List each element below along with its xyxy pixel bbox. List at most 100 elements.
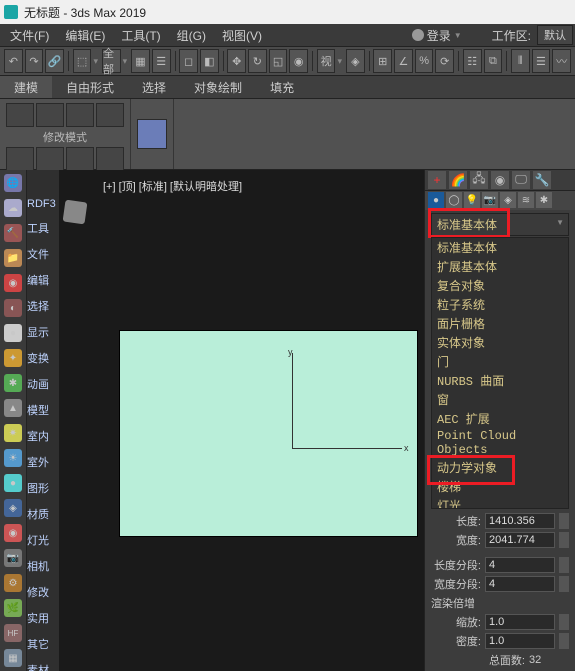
ls-outdoor-icon[interactable]: ☀ — [4, 449, 22, 467]
utility-tab-icon[interactable]: 🔧 — [533, 171, 551, 189]
select-icon[interactable]: ⬚ — [73, 49, 92, 73]
list-item[interactable]: NURBS 曲面 — [432, 371, 568, 390]
pivot-icon[interactable]: ◈ — [346, 49, 365, 73]
ll-anim[interactable]: 动画 — [27, 376, 59, 392]
dens-input[interactable]: 1.0 — [485, 633, 555, 649]
ls-select-icon[interactable]: ◐ — [4, 299, 22, 317]
spinner-snap-icon[interactable]: ⟳ — [435, 49, 454, 73]
link-icon[interactable]: 🔗 — [45, 49, 64, 73]
wid-input[interactable]: 2041.774 — [485, 532, 555, 548]
ls-edit-icon[interactable]: ◉ — [4, 274, 22, 292]
ll-cam[interactable]: 相机 — [27, 558, 59, 574]
ls-xform-icon[interactable]: ✦ — [4, 349, 22, 367]
dropdown-arrow-icon[interactable]: ▾ — [93, 56, 98, 67]
ls-assets-icon[interactable]: ▦ — [4, 649, 22, 667]
display-tab-icon[interactable]: 🖵 — [512, 171, 530, 189]
mod3-icon[interactable] — [66, 147, 94, 171]
list-item[interactable]: 复合对象 — [432, 276, 568, 295]
select-all-icon[interactable]: 全部 — [102, 49, 121, 73]
ls-light-icon[interactable]: ◉ — [4, 524, 22, 542]
poly-mode3-icon[interactable] — [66, 103, 94, 127]
mod2-icon[interactable] — [36, 147, 64, 171]
ls-mat-icon[interactable]: ◈ — [4, 499, 22, 517]
list-item[interactable]: 门 — [432, 352, 568, 371]
ll-model[interactable]: 模型 — [27, 402, 59, 418]
tab-freeform[interactable]: 自由形式 — [52, 76, 128, 98]
spinner-icon[interactable] — [559, 614, 569, 630]
redo-icon[interactable]: ↷ — [25, 49, 44, 73]
ls-hammer-icon[interactable]: 🔨 — [4, 224, 22, 242]
tab-modeling[interactable]: 建模 — [0, 76, 52, 98]
ls-cloud-icon[interactable]: ☁ — [4, 199, 22, 217]
named-sel-icon[interactable]: ☷ — [463, 49, 482, 73]
login-button[interactable]: 登录 ▼ — [412, 27, 462, 44]
list-item[interactable]: 面片栅格 — [432, 314, 568, 333]
tab-object-paint[interactable]: 对象绘制 — [180, 76, 256, 98]
viewport-top[interactable]: y x — [119, 330, 418, 537]
rotate-icon[interactable]: ↻ — [248, 49, 267, 73]
cam-cat-icon[interactable]: 📷 — [482, 192, 498, 208]
workspace-dropdown[interactable]: 默认 — [537, 25, 573, 45]
percent-snap-icon[interactable]: % — [415, 49, 434, 73]
lseg-input[interactable]: 4 — [485, 557, 555, 573]
tab-selection[interactable]: 选择 — [128, 76, 180, 98]
ll-select[interactable]: 选择 — [27, 298, 59, 314]
list-item[interactable]: 标准基本体 — [432, 238, 568, 257]
motion-tab-icon[interactable]: ◉ — [491, 171, 509, 189]
shape-cat-icon[interactable]: ◯ — [446, 192, 462, 208]
sys-cat-icon[interactable]: ✱ — [536, 192, 552, 208]
light-cat-icon[interactable]: 💡 — [464, 192, 480, 208]
spinner-icon[interactable] — [559, 513, 569, 529]
ls-shape-icon[interactable]: ● — [4, 474, 22, 492]
dropdown-arrow-icon[interactable]: ▾ — [123, 56, 128, 67]
viewport-label[interactable]: [+] [顶] [标准] [默认明暗处理] — [103, 178, 242, 194]
len-input[interactable]: 1410.356 — [485, 513, 555, 529]
list-item[interactable]: 楼梯 — [432, 477, 568, 496]
spinner-icon[interactable] — [559, 576, 569, 592]
create-tab-icon[interactable]: + — [428, 171, 446, 189]
ll-assets[interactable]: 素材 — [27, 662, 59, 671]
ls-indoor-icon[interactable]: ✷ — [4, 424, 22, 442]
big-tool-icon[interactable] — [137, 119, 167, 149]
ls-anim-icon[interactable]: ✱ — [4, 374, 22, 392]
ll-display[interactable]: 显示 — [27, 324, 59, 340]
hierarchy-tab-icon[interactable]: 🖧 — [470, 171, 488, 189]
modify-tab-icon[interactable]: 🌈 — [449, 171, 467, 189]
refsys-icon[interactable]: 视 — [317, 49, 336, 73]
menu-group[interactable]: 组(G) — [169, 27, 214, 44]
mod1-icon[interactable] — [6, 147, 34, 171]
list-item[interactable]: Point Cloud Objects — [432, 428, 568, 458]
menu-tool[interactable]: 工具(T) — [113, 27, 168, 44]
poly-mode-icon[interactable] — [6, 103, 34, 127]
undo-icon[interactable]: ↶ — [4, 49, 23, 73]
scale-icon[interactable]: ◱ — [269, 49, 288, 73]
scale-input[interactable]: 1.0 — [485, 614, 555, 630]
ls-cam-icon[interactable]: 📷 — [4, 549, 22, 567]
ll-misc[interactable]: 其它 — [27, 636, 59, 652]
ll-util[interactable]: 实用 — [27, 610, 59, 626]
list-item[interactable]: 实体对象 — [432, 333, 568, 352]
ll-shape[interactable]: 图形 — [27, 480, 59, 496]
align-icon[interactable]: ⫴ — [511, 49, 530, 73]
poly-mode4-icon[interactable] — [96, 103, 124, 127]
viewport-area[interactable]: [+] [顶] [标准] [默认明暗处理] y x — [59, 170, 424, 671]
list-item[interactable]: 粒子系统 — [432, 295, 568, 314]
space-cat-icon[interactable]: ≋ — [518, 192, 534, 208]
geom-cat-icon[interactable]: ● — [428, 192, 444, 208]
select-name-icon[interactable]: ☰ — [152, 49, 171, 73]
list-item[interactable]: 动力学对象 — [432, 458, 568, 477]
list-item[interactable]: AEC 扩展 — [432, 409, 568, 428]
snap-icon[interactable]: ⊞ — [373, 49, 392, 73]
ll-modify[interactable]: 修改 — [27, 584, 59, 600]
curve-editor-icon[interactable]: 〰 — [552, 49, 571, 73]
ll-light[interactable]: 灯光 — [27, 532, 59, 548]
menu-file[interactable]: 文件(F) — [2, 27, 57, 44]
spinner-icon[interactable] — [559, 633, 569, 649]
dropdown-arrow-icon[interactable]: ▾ — [337, 56, 342, 67]
ll-rdf[interactable]: RDF3 — [27, 198, 59, 210]
tab-populate[interactable]: 填充 — [256, 76, 308, 98]
ll-mat[interactable]: 材质 — [27, 506, 59, 522]
ll-tool[interactable]: 工具 — [27, 220, 59, 236]
mirror-icon[interactable]: ⧉ — [484, 49, 503, 73]
list-item[interactable]: 窗 — [432, 390, 568, 409]
